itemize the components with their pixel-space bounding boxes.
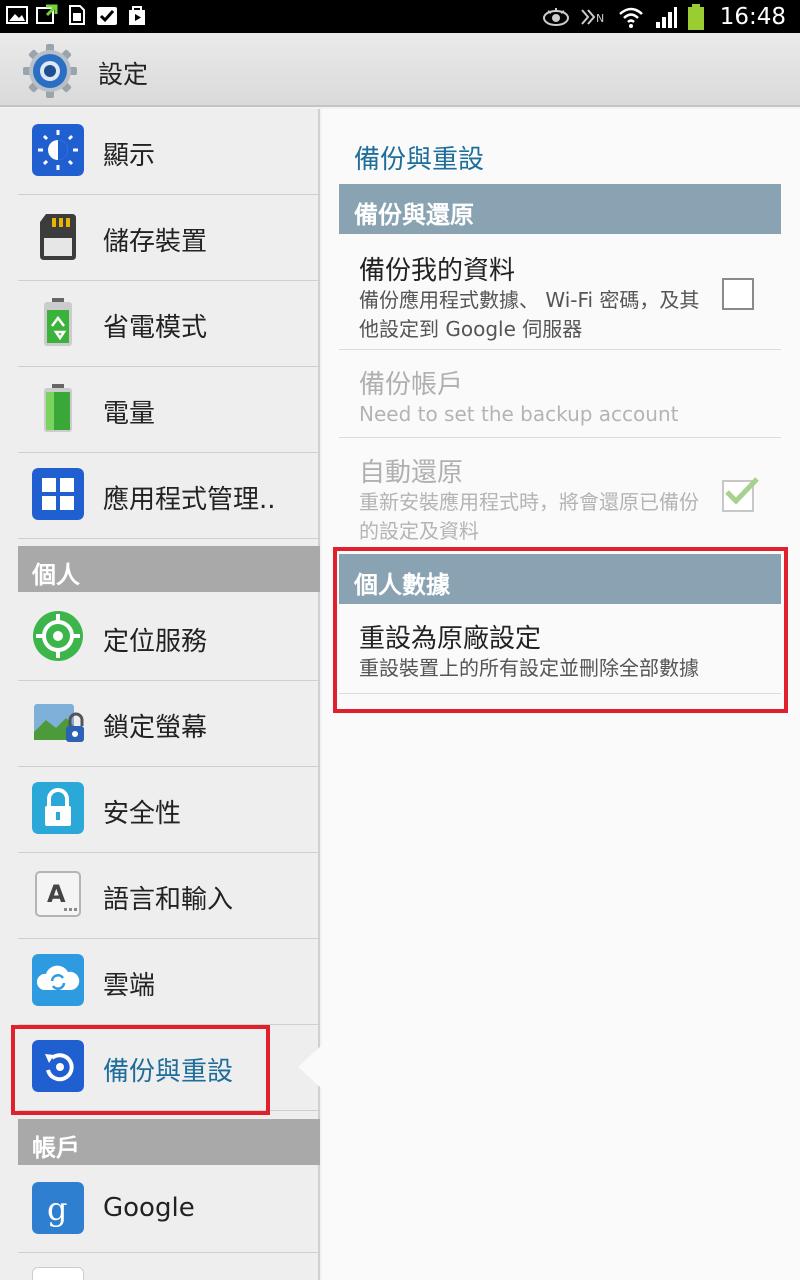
svg-text:g: g <box>47 1190 67 1228</box>
status-bar: N 16:48 <box>0 0 800 33</box>
settings-item-battery[interactable]: 電量 <box>18 367 320 453</box>
settings-item-google[interactable]: g Google <box>18 1167 320 1253</box>
settings-item-label: 安全性 <box>103 799 182 829</box>
settings-item-label: Google <box>103 1193 195 1223</box>
clock: 16:48 <box>719 3 786 30</box>
sim-icon <box>69 5 85 25</box>
settings-item-storage[interactable]: 儲存裝置 <box>18 195 320 281</box>
padlock-icon <box>32 782 84 834</box>
settings-item-partial[interactable] <box>18 1253 320 1280</box>
settings-item-lock-screen[interactable]: 鎖定螢幕 <box>18 681 320 767</box>
settings-item-location[interactable]: 定位服務 <box>18 595 320 681</box>
settings-item-label: 儲存裝置 <box>103 227 208 257</box>
section-header-personal: 個人 <box>18 546 320 592</box>
gallery-icon <box>6 6 28 24</box>
highlight-box-backup-reset <box>11 1025 270 1115</box>
settings-item-label: 定位服務 <box>103 627 208 657</box>
settings-item-label: 電量 <box>103 399 156 429</box>
auto-restore-checkbox[interactable] <box>722 477 759 512</box>
page-title: 設定 <box>98 60 149 89</box>
signal-icon <box>655 6 677 28</box>
row-summary: 備份應用程式數據、 Wi-Fi 密碼，及其他設定到 Google 伺服器 <box>359 288 700 341</box>
cloud-icon <box>32 954 84 1006</box>
row-title: 自動還原 <box>359 458 464 488</box>
settings-item-language-input[interactable]: A 語言和輸入 <box>18 853 320 939</box>
row-title: 備份帳戶 <box>359 370 464 400</box>
action-bar: 設定 <box>0 33 800 107</box>
check-icon <box>97 7 117 25</box>
wifi-icon <box>618 7 643 28</box>
settings-item-display[interactable]: 顯示 <box>18 109 320 195</box>
settings-item-label: 應用程式管理.. <box>103 485 276 515</box>
sd-card-icon <box>40 214 76 260</box>
display-icon <box>32 124 84 176</box>
power-saving-icon <box>44 298 72 346</box>
row-title: 備份我的資料 <box>359 256 516 286</box>
highlight-box-factory-reset <box>333 547 788 713</box>
google-icon: g <box>32 1182 84 1234</box>
checkmark-icon <box>725 477 759 505</box>
selection-pointer <box>298 1045 322 1089</box>
settings-gear-icon[interactable] <box>22 43 78 99</box>
section-label: 個人 <box>32 561 80 589</box>
sync-icon <box>36 4 58 24</box>
detail-title: 備份與重設 <box>354 145 485 175</box>
settings-item-app-manager[interactable]: 應用程式管理.. <box>18 453 320 539</box>
settings-item-label: 語言和輸入 <box>103 885 234 915</box>
nfc-icon: N <box>580 8 604 25</box>
battery-icon <box>44 384 72 432</box>
section-header-backup-restore: 備份與還原 <box>339 184 781 234</box>
section-label: 帳戶 <box>32 1134 80 1162</box>
svg-text:A: A <box>47 880 66 908</box>
settings-item-cloud[interactable]: 雲端 <box>18 939 320 1025</box>
settings-item-power-saving[interactable]: 省電模式 <box>18 281 320 367</box>
section-header-accounts: 帳戶 <box>18 1119 320 1165</box>
battery-icon <box>687 3 704 30</box>
section-label: 備份與還原 <box>354 201 474 229</box>
backup-account-row[interactable]: 備份帳戶 Need to set the backup account <box>339 350 781 438</box>
row-summary: Need to set the backup account <box>359 402 679 426</box>
account-icon <box>32 1267 84 1280</box>
location-icon <box>33 611 83 661</box>
apps-grid-icon <box>32 468 84 520</box>
keyboard-a-icon: A <box>35 871 81 917</box>
lock-screen-icon <box>34 704 84 742</box>
backup-my-data-checkbox[interactable] <box>722 278 754 310</box>
backup-my-data-row[interactable]: 備份我的資料 備份應用程式數據、 Wi-Fi 密碼，及其他設定到 Google … <box>339 234 781 350</box>
eye-icon <box>542 7 569 26</box>
settings-item-security[interactable]: 安全性 <box>18 767 320 853</box>
settings-item-label: 顯示 <box>103 141 156 171</box>
settings-item-label: 鎖定螢幕 <box>103 713 208 743</box>
play-store-icon <box>129 6 145 25</box>
svg-text:N: N <box>596 12 604 25</box>
row-summary: 重新安裝應用程式時，將會還原已備份的設定及資料 <box>359 490 699 543</box>
settings-item-label: 省電模式 <box>103 313 208 343</box>
settings-item-label: 雲端 <box>103 971 156 1001</box>
auto-restore-row[interactable]: 自動還原 重新安裝應用程式時，將會還原已備份的設定及資料 <box>339 438 781 548</box>
